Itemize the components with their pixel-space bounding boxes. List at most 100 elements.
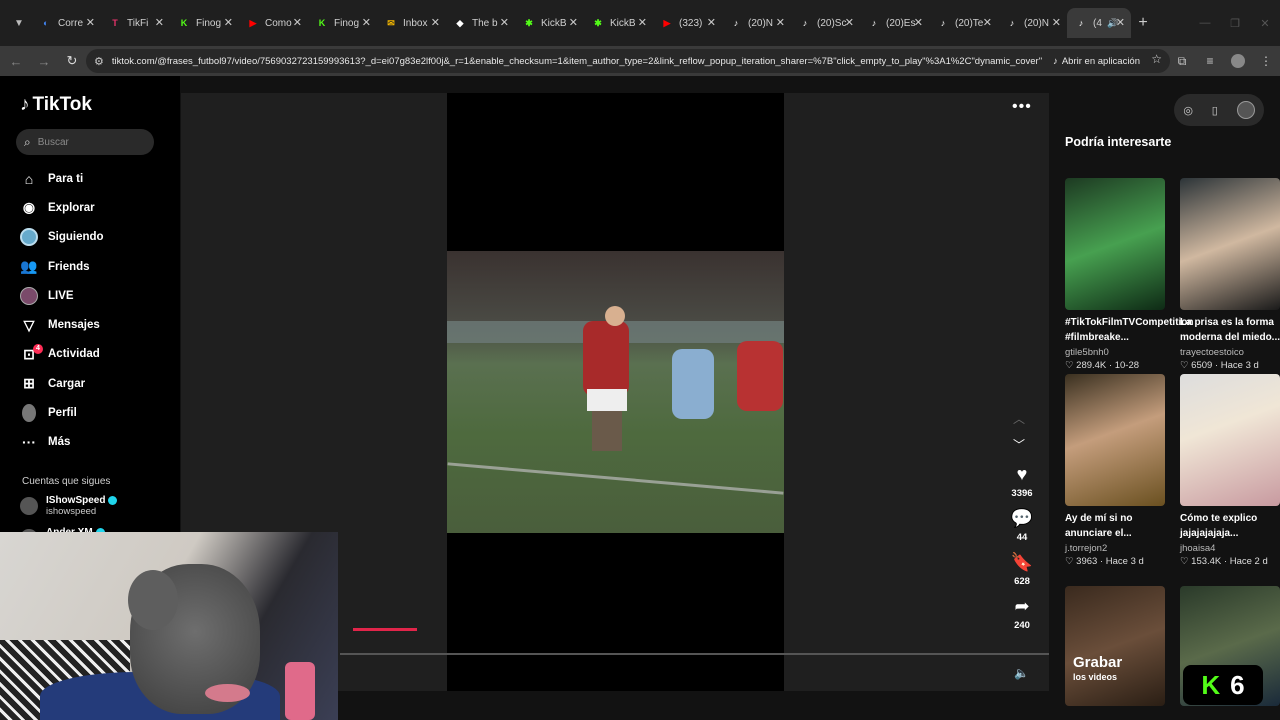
- close-tab-icon[interactable]: ✕: [845, 16, 854, 29]
- thumbnail-overlay-title: Grabar: [1073, 654, 1123, 671]
- close-tab-icon[interactable]: ✕: [155, 16, 164, 29]
- close-tab-icon[interactable]: ✕: [776, 16, 785, 29]
- browser-tab[interactable]: ◐ Corre ✕: [32, 8, 101, 38]
- reload-button[interactable]: ↻: [60, 53, 84, 69]
- card-author: trayectoestoico: [1180, 347, 1244, 358]
- compass-icon: ◉: [22, 199, 36, 216]
- close-tab-icon[interactable]: ✕: [638, 16, 647, 29]
- browser-tab[interactable]: ♪ (20)N ✕: [998, 8, 1067, 38]
- heart-icon: ♥: [1016, 464, 1028, 484]
- bookmark-star-icon[interactable]: ☆: [1151, 52, 1162, 66]
- recommendation-card[interactable]: #TikTokFilmTVCompetition #filmbreake... …: [1065, 178, 1194, 371]
- sidebar-item-siguiendo[interactable]: Siguiendo: [20, 223, 104, 252]
- video-progress-bar[interactable]: [340, 653, 1049, 655]
- tab-favicon-icon: K: [180, 18, 188, 28]
- url-bar[interactable]: ⚙ tiktok.com/@frases_futbol97/video/7569…: [86, 49, 1170, 73]
- extensions-icon[interactable]: ⧉: [1168, 54, 1196, 69]
- sidebar-item-m-s[interactable]: ··· Más: [20, 428, 104, 457]
- close-tab-icon[interactable]: ✕: [707, 16, 716, 29]
- browser-tab[interactable]: ✉ Inbox ✕: [377, 8, 446, 38]
- volume-icon[interactable]: 🔈: [1014, 666, 1029, 680]
- close-tab-icon[interactable]: ✕: [362, 16, 371, 29]
- comment-button[interactable]: 💬 44: [1005, 508, 1039, 543]
- thumbnail-overlay-sub: los videos: [1073, 672, 1118, 682]
- browser-tab[interactable]: K Finog ✕: [170, 8, 239, 38]
- like-button[interactable]: ♥ 3396: [1005, 464, 1039, 499]
- share-button[interactable]: ➦ 240: [1005, 596, 1039, 631]
- sidebar-item-actividad[interactable]: ⊡ 4 Actividad: [20, 340, 104, 369]
- recommendation-card[interactable]: Cómo te explico jajajajajaja... jhoaisa4…: [1180, 374, 1280, 567]
- sidebar-item-label: Friends: [48, 260, 90, 273]
- browser-menu-icon[interactable]: ⋮: [1252, 54, 1280, 68]
- close-tab-icon[interactable]: ✕: [431, 16, 440, 29]
- tab-search-button[interactable]: ▼: [6, 10, 32, 36]
- following-avatar-icon: [20, 228, 38, 247]
- sidebar-item-explorar[interactable]: ◉ Explorar: [20, 193, 104, 222]
- close-tab-icon[interactable]: ✕: [914, 16, 923, 29]
- close-tab-icon[interactable]: ✕: [293, 16, 302, 29]
- browser-tab[interactable]: ✱ KickB ✕: [515, 8, 584, 38]
- tab-title: (20)Sc: [817, 17, 847, 29]
- close-tab-icon[interactable]: ✕: [500, 16, 509, 29]
- media-control-icon[interactable]: ≡: [1196, 54, 1224, 68]
- browser-tab[interactable]: ✱ KickB ✕: [584, 8, 653, 38]
- recommendation-card[interactable]: Ay de mí si no anunciare el... j.torrejo…: [1065, 374, 1167, 567]
- browser-tab[interactable]: ♪ (20)N ✕: [722, 8, 791, 38]
- restore-icon[interactable]: ❐: [1220, 17, 1250, 30]
- tiktok-logo[interactable]: ♪ TikTok: [20, 94, 92, 116]
- chevron-down-icon: ▼: [14, 17, 24, 29]
- close-tab-icon[interactable]: ✕: [1116, 16, 1125, 29]
- previous-video-icon[interactable]: ︿: [1013, 410, 1025, 427]
- tab-active[interactable]: ♪ (4 🔊 ✕: [1067, 8, 1131, 38]
- next-video-icon[interactable]: ﹀: [1013, 436, 1025, 453]
- url-text[interactable]: tiktok.com/@frases_futbol97/video/756903…: [112, 56, 1042, 67]
- browser-tab[interactable]: ♪ (20)Es ✕: [860, 8, 929, 38]
- sidebar-item-friends[interactable]: 👥 Friends: [20, 252, 104, 281]
- close-tab-icon[interactable]: ✕: [983, 16, 992, 29]
- close-window-icon[interactable]: ✕: [1250, 17, 1280, 30]
- card-date: 10-28: [1114, 360, 1140, 371]
- browser-profile-avatar[interactable]: [1231, 54, 1245, 68]
- video-thumbnail: [1065, 374, 1165, 506]
- browser-tab[interactable]: ◆ The b ✕: [446, 8, 515, 38]
- sidebar-nav: ⌂ Para ti ◉ Explorar Siguiendo 👥 Friends LIVE ▽ M…: [20, 164, 104, 457]
- site-info-icon[interactable]: ⚙: [94, 55, 104, 68]
- sidebar-item-para-ti[interactable]: ⌂ Para ti: [20, 164, 104, 193]
- tab-favicon-icon: ◐: [43, 18, 49, 28]
- sidebar-item-live[interactable]: LIVE: [20, 281, 104, 310]
- close-tab-icon[interactable]: ✕: [1052, 16, 1061, 29]
- sidebar-item-perfil[interactable]: Perfil: [20, 398, 104, 427]
- close-tab-icon[interactable]: ✕: [224, 16, 233, 29]
- browser-tab[interactable]: ▶ Como ✕: [239, 8, 308, 38]
- close-tab-icon[interactable]: ✕: [569, 16, 578, 29]
- save-count: 628: [1014, 576, 1030, 587]
- browser-tab[interactable]: ♪ (20)Sc ✕: [791, 8, 860, 38]
- minimize-icon[interactable]: —: [1190, 17, 1220, 29]
- card-date: Hace 2 d: [1229, 556, 1268, 567]
- tab-favicon-icon: ♪: [871, 18, 877, 28]
- card-date: Hace 3 d: [1105, 556, 1144, 567]
- recommendation-card[interactable]: Grabar los videos: [1065, 586, 1167, 706]
- save-button[interactable]: 🔖 628: [1005, 552, 1039, 587]
- more-options-icon[interactable]: •••: [1012, 98, 1032, 116]
- browser-tab[interactable]: ♪ (20)Te ✕: [929, 8, 998, 38]
- player-red-1: [583, 321, 629, 396]
- sidebar-item-cargar[interactable]: ⊞ Cargar: [20, 369, 104, 398]
- video-player[interactable]: [447, 251, 784, 533]
- following-item[interactable]: IShowSpeed ishowspeed: [20, 495, 118, 517]
- forward-button[interactable]: →: [32, 54, 56, 69]
- recommendation-card[interactable]: La prisa es la forma moderna del miedo..…: [1180, 178, 1280, 371]
- coin-icon[interactable]: ◎: [1183, 104, 1193, 117]
- new-tab-button[interactable]: +: [1131, 14, 1155, 32]
- card-description: Ay de mí si no anunciare el...: [1065, 513, 1133, 539]
- sidebar-item-mensajes[interactable]: ▽ Mensajes: [20, 310, 104, 339]
- device-icon[interactable]: ▯: [1212, 104, 1218, 117]
- close-tab-icon[interactable]: ✕: [86, 16, 95, 29]
- open-in-app-button[interactable]: ♪ Abrir en aplicación: [1053, 52, 1140, 70]
- browser-tab[interactable]: T TikFi ✕: [101, 8, 170, 38]
- search-input[interactable]: ⌕ Buscar: [16, 129, 154, 155]
- user-avatar[interactable]: [1236, 101, 1255, 119]
- browser-tab[interactable]: ▶ (323) ✕: [653, 8, 722, 38]
- browser-tab[interactable]: K Finog ✕: [308, 8, 377, 38]
- back-button[interactable]: ←: [4, 54, 28, 69]
